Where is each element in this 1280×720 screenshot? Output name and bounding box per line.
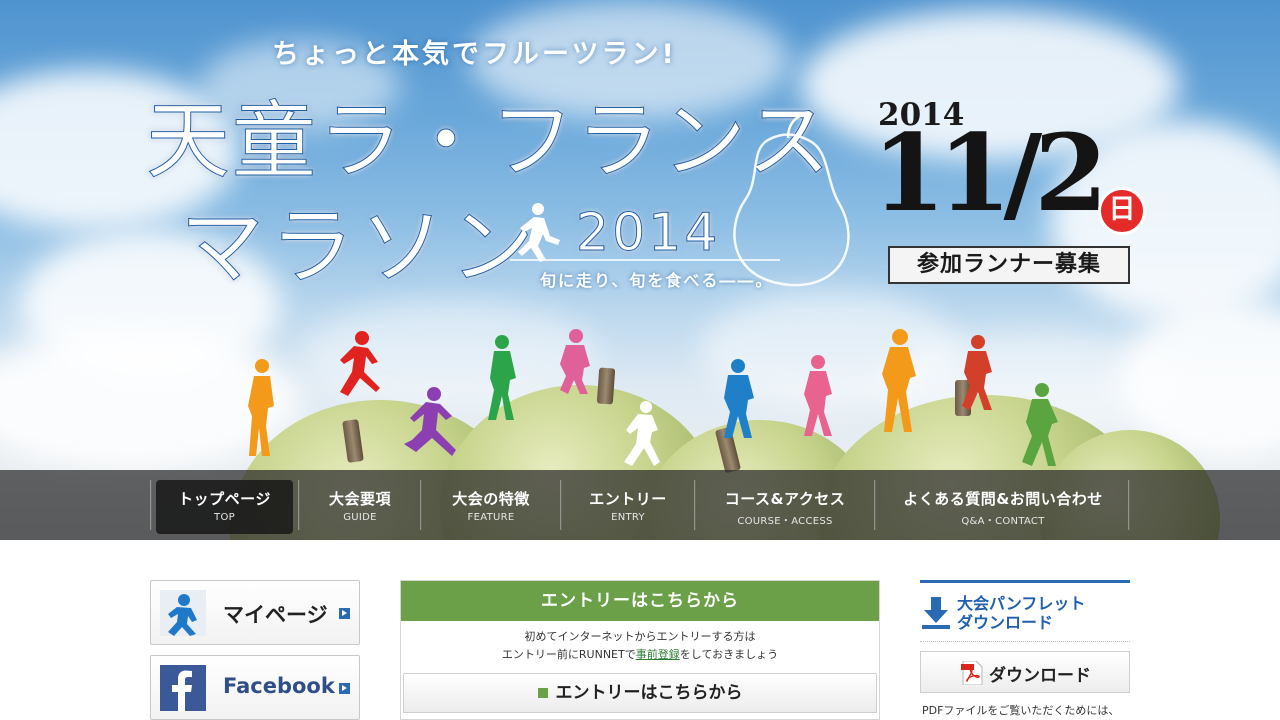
runner-silhouette bbox=[624, 401, 660, 466]
runner-silhouette bbox=[882, 329, 916, 432]
runner-silhouette bbox=[560, 329, 590, 394]
pamphlet-title: 大会パンフレット ダウンロード bbox=[957, 594, 1085, 632]
nav-label: トップページ bbox=[178, 490, 271, 508]
runner-silhouette bbox=[1022, 383, 1058, 466]
download-label: ダウンロード bbox=[989, 666, 1091, 686]
nav-guide[interactable]: 大会要項 GUIDE bbox=[302, 480, 418, 534]
pamphlet-title-line1: 大会パンフレット bbox=[957, 594, 1086, 613]
recruit-banner: 参加ランナー募集 bbox=[888, 246, 1130, 284]
entry-button-label: エントリーはこちらから bbox=[555, 683, 743, 703]
global-nav: トップページ TOP 大会要項 GUIDE 大会の特徴 FEATURE エントリ… bbox=[0, 470, 1280, 540]
nav-sublabel: GUIDE bbox=[343, 512, 377, 523]
mypage-button[interactable]: マイページ bbox=[150, 580, 360, 645]
pamphlet-section: 大会パンフレット ダウンロード bbox=[920, 580, 1130, 642]
pdf-icon bbox=[961, 661, 983, 685]
runner-silhouette bbox=[404, 387, 456, 456]
arrow-right-icon bbox=[537, 688, 548, 698]
date-day-badge: 日 bbox=[1098, 187, 1146, 235]
pdf-download-button[interactable]: ダウンロード bbox=[920, 651, 1130, 693]
entry-heading: エントリーはこちらから bbox=[401, 581, 879, 621]
nav-course[interactable]: コース&アクセス COURSE・ACCESS bbox=[698, 480, 872, 534]
facebook-button[interactable]: Facebook bbox=[150, 655, 360, 720]
nav-entry[interactable]: エントリー ENTRY bbox=[564, 480, 692, 534]
title-line2: マラソン bbox=[180, 198, 540, 296]
nav-sublabel: COURSE・ACCESS bbox=[737, 516, 833, 527]
nav-feature[interactable]: 大会の特徴 FEATURE bbox=[424, 480, 558, 534]
entry-line2: エントリー前にRUNNETで事前登録をしておきましょう bbox=[401, 646, 879, 664]
hero-banner: ちょっと本気でフルーツラン! 天童ラ・フランス マラソン 2014 旬に走り、旬… bbox=[0, 0, 1280, 540]
nav-sublabel: Q&A・CONTACT bbox=[961, 516, 1045, 527]
download-icon bbox=[922, 597, 950, 629]
runner-silhouette bbox=[804, 355, 832, 436]
runner-silhouette bbox=[340, 331, 380, 396]
facebook-label: Facebook bbox=[223, 674, 335, 698]
entry-description: 初めてインターネットからエントリーする方は エントリー前にRUNNETで事前登録… bbox=[401, 621, 879, 664]
hero-subtitle: 旬に走り、旬を食べる――。 bbox=[540, 271, 774, 290]
pre-registration-link[interactable]: 事前登録 bbox=[636, 648, 680, 661]
nav-label: 大会要項 bbox=[328, 490, 391, 508]
date-main: 11/2 bbox=[872, 110, 1108, 235]
title-line1: 天童ラ・フランス bbox=[146, 92, 832, 190]
runner-silhouette bbox=[488, 335, 516, 420]
runner-icon bbox=[160, 590, 206, 636]
runner-silhouette bbox=[724, 359, 754, 438]
nav-label: 大会の特徴 bbox=[452, 490, 530, 508]
mypage-label: マイページ bbox=[223, 603, 328, 627]
entry-panel: エントリーはこちらから 初めてインターネットからエントリーする方は エントリー前… bbox=[400, 580, 880, 720]
nav-sublabel: FEATURE bbox=[467, 512, 515, 523]
nav-label: エントリー bbox=[589, 490, 667, 508]
pdf-note: PDFファイルをご覧いただくためには、 bbox=[922, 704, 1120, 717]
pamphlet-title-line2: ダウンロード bbox=[957, 613, 1054, 632]
facebook-icon bbox=[160, 665, 206, 711]
entry-line1: 初めてインターネットからエントリーする方は bbox=[524, 630, 756, 643]
entry-button[interactable]: エントリーはこちらから bbox=[403, 673, 877, 713]
nav-sublabel: TOP bbox=[214, 512, 235, 523]
nav-label: よくある質問&お問い合わせ bbox=[903, 490, 1103, 508]
nav-top[interactable]: トップページ TOP bbox=[156, 480, 293, 534]
entry-line2-text-end: をしておきましょう bbox=[679, 648, 779, 661]
arrow-right-icon bbox=[339, 608, 350, 619]
entry-line2-text: エントリー前にRUNNETで bbox=[501, 648, 636, 661]
hero-tagline: ちょっと本気でフルーツラン! bbox=[272, 39, 677, 70]
arrow-right-icon bbox=[339, 683, 350, 694]
nav-faq[interactable]: よくある質問&お問い合わせ Q&A・CONTACT bbox=[878, 480, 1128, 534]
runner-silhouette bbox=[248, 359, 274, 456]
title-year: 2014 bbox=[576, 203, 720, 263]
nav-label: コース&アクセス bbox=[724, 490, 846, 508]
nav-sublabel: ENTRY bbox=[611, 512, 645, 523]
runner-silhouette bbox=[962, 335, 992, 410]
